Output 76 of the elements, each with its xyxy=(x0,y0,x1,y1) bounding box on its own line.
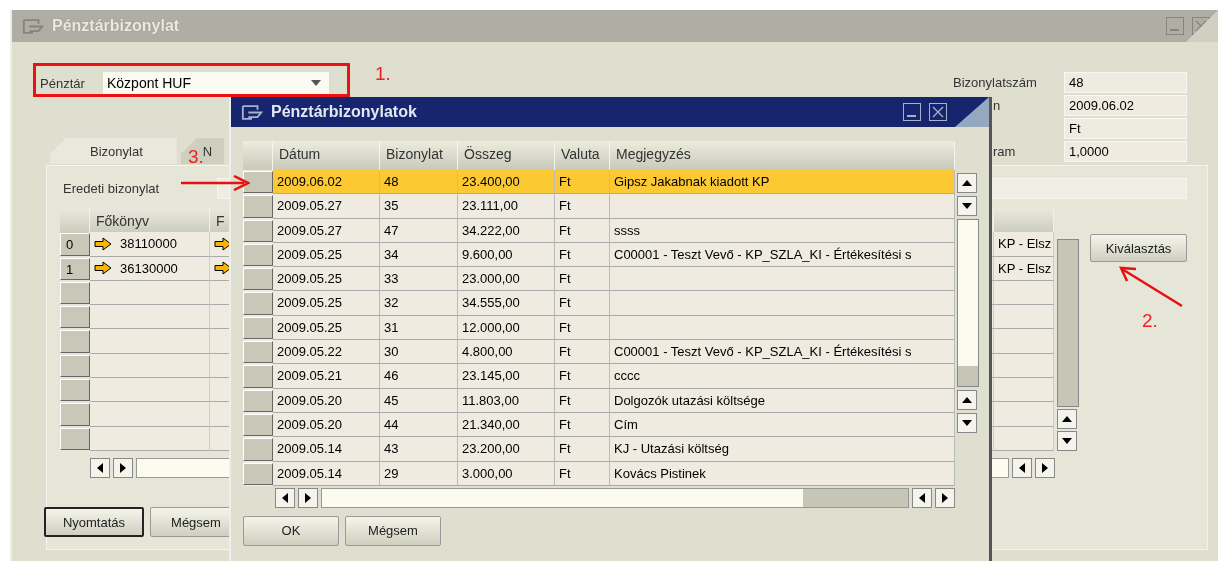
text-field[interactable]: 48 xyxy=(1064,71,1187,93)
table-cell: Ft xyxy=(555,291,610,316)
table-row[interactable]: 2009.05.21 46 23.145,00 Ft cccc xyxy=(243,364,955,389)
account-number: 36130000 xyxy=(120,260,178,276)
window-title: Pénztárbizonylat xyxy=(52,17,180,35)
table-cell: Ft xyxy=(555,388,610,413)
step-number: 1. xyxy=(375,63,391,85)
table-cell: ssss xyxy=(610,218,955,243)
table-cell: Ft xyxy=(555,194,610,219)
table-row[interactable]: 2009.05.14 29 3.000,00 Ft Kovács Pistinek xyxy=(243,461,955,486)
table-cell: 2009.05.20 xyxy=(273,388,380,413)
table-row[interactable]: 2009.05.20 44 21.340,00 Ft Cím xyxy=(243,412,955,438)
table-cell: 2009.05.27 xyxy=(273,218,380,243)
table-cell: 35 xyxy=(380,194,458,219)
text-field[interactable]: 2009.06.02 xyxy=(1064,94,1187,116)
table-cell: 29 xyxy=(380,461,458,486)
table-row[interactable]: 2009.05.25 32 34.555,00 Ft xyxy=(243,291,955,316)
table-cell: 45 xyxy=(380,388,458,413)
table-cell: 47 xyxy=(380,218,458,243)
table-cell: 3.000,00 xyxy=(458,461,555,486)
table-cell: Ft xyxy=(555,170,610,195)
table-cell: 23.200,00 xyxy=(458,437,555,462)
tab[interactable]: Bizonylat xyxy=(50,138,177,164)
action-button[interactable]: Nyomtatás xyxy=(44,507,144,537)
table-cell: 46 xyxy=(380,364,458,389)
table-cell: 23.111,00 xyxy=(458,194,555,219)
table-cell: Ft xyxy=(555,364,610,389)
table-cell: 2009.05.14 xyxy=(273,461,380,486)
table-cell: cccc xyxy=(610,364,955,389)
table-cell: 23.400,00 xyxy=(458,170,555,195)
table-cell: Gipsz Jakabnak kiadott KP xyxy=(610,170,955,195)
field-label: ram xyxy=(993,143,1016,159)
field-label: Pénztár xyxy=(40,75,86,91)
cash-register-dropdown[interactable]: Központ HUF xyxy=(103,72,329,94)
table-row[interactable]: 2009.05.22 30 4.800,00 Ft C00001 - Teszt Vevő - KP_SZLA_KI - Értékesítési s xyxy=(243,340,955,365)
table-cell: 2009.05.21 xyxy=(273,364,380,389)
row-number[interactable]: 0 xyxy=(60,233,90,256)
table-row[interactable]: 2009.06.02 48 23.400,00 Ft Gipsz Jakabnak kiadott KP xyxy=(243,170,955,195)
table-cell: KP - Elsz xyxy=(994,232,1054,257)
dialog-title: Pénztárbizonylatok xyxy=(271,103,417,121)
table-row[interactable]: 2009.05.25 31 12.000,00 Ft xyxy=(243,315,955,341)
table-cell: 48 xyxy=(380,170,458,195)
account-number: 38110000 xyxy=(120,236,177,252)
table-cell: KP - Elsz xyxy=(994,256,1054,281)
table-cell: 23.145,00 xyxy=(458,364,555,389)
table-cell: 34.222,00 xyxy=(458,218,555,243)
step-number: 2. xyxy=(1142,310,1158,332)
select-button[interactable]: Kiválasztás xyxy=(1090,234,1187,262)
table-row[interactable]: 2009.05.27 47 34.222,00 Ft ssss xyxy=(243,218,955,243)
field-label: Bizonylatszám xyxy=(953,74,1037,90)
field-label: Eredeti bizonylat xyxy=(62,179,161,198)
table-row[interactable]: 2009.05.20 45 11.803,00 Ft Dolgozók utazási költsége xyxy=(243,388,955,413)
table-cell: Ft xyxy=(555,218,610,243)
table-cell: 2009.05.25 xyxy=(273,291,380,316)
table-row[interactable]: 2009.05.25 34 9.600,00 Ft C00001 - Teszt Vevő - KP_SZLA_KI - Értékesítési s xyxy=(243,242,955,268)
table-cell: 11.803,00 xyxy=(458,388,555,413)
table-cell: Dolgozók utazási költsége xyxy=(610,388,955,413)
table-cell: Ft xyxy=(555,437,610,462)
table-cell: Kovács Pistinek xyxy=(610,461,955,486)
text-field[interactable]: 1,0000 xyxy=(1064,140,1187,162)
table-cell: 43 xyxy=(380,437,458,462)
action-button[interactable]: OK xyxy=(243,515,339,546)
row-number[interactable]: 1 xyxy=(60,257,90,280)
table-cell: KJ - Utazási költség xyxy=(610,437,955,462)
table-cell: 2009.06.02 xyxy=(273,170,380,195)
table-cell: Ft xyxy=(555,461,610,486)
table-cell: 34.555,00 xyxy=(458,291,555,316)
text-field[interactable]: Ft xyxy=(1064,117,1187,139)
table-row[interactable]: 2009.05.14 43 23.200,00 Ft KJ - Utazási költség xyxy=(243,437,955,462)
table-row[interactable]: 2009.05.27 35 23.111,00 Ft xyxy=(243,194,955,219)
table-row[interactable]: 2009.05.25 33 23.000,00 Ft xyxy=(243,267,955,292)
table-cell: 2009.05.27 xyxy=(273,194,380,219)
table-cell: 2009.05.14 xyxy=(273,437,380,462)
field-label: n xyxy=(993,97,1001,113)
action-button[interactable]: Mégsem xyxy=(345,515,441,546)
table-cell: 32 xyxy=(380,291,458,316)
